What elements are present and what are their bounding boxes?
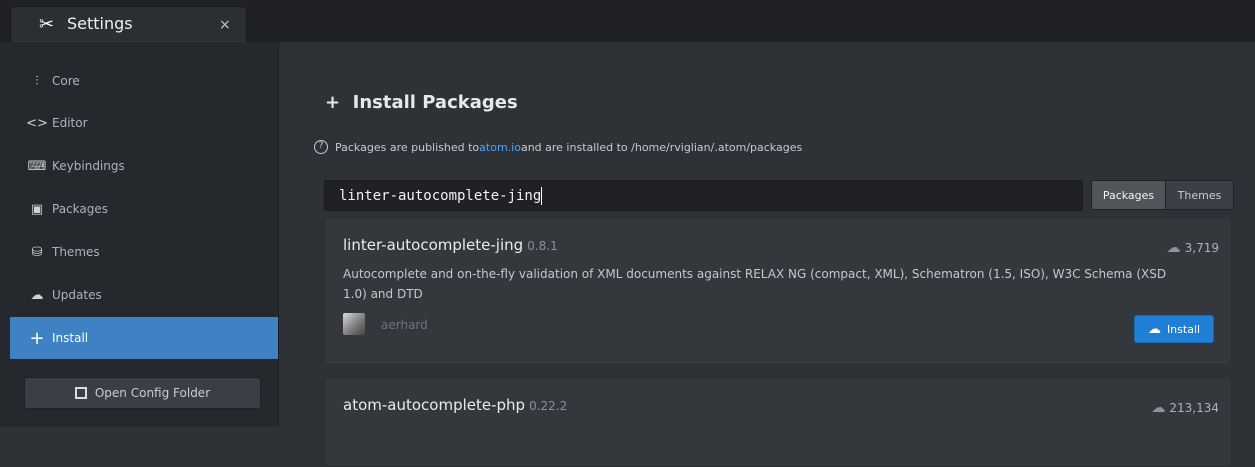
install-button[interactable]: ☁ Install [1134,315,1214,343]
download-count-value: 3,719 [1184,241,1219,255]
info-text: ? Packages are published to atom.io and … [314,140,802,154]
question-icon: ? [314,140,328,154]
text-cursor [541,187,543,205]
package-name[interactable]: atom-autocomplete-php 0.22.2 [343,396,567,414]
install-panel: + Install Packages ? Packages are publis… [280,42,1255,467]
package-version: 0.22.2 [529,399,568,413]
sidebar-item-keybindings[interactable]: ⌨ Keybindings [10,145,278,187]
sidebar-item-packages[interactable]: ▣ Packages [10,188,278,230]
page-title-text: Install Packages [352,92,518,113]
sidebar-item-label: Core [52,74,80,88]
download-count-value: 213,134 [1169,401,1219,415]
sidebar-item-core[interactable]: ⫶ Core [10,60,278,102]
atom-io-link[interactable]: atom.io [479,141,521,154]
close-icon[interactable]: × [219,17,231,33]
packages-toggle-button[interactable]: Packages [1091,180,1166,210]
sidebar-item-label: Editor [52,116,88,130]
sidebar-item-label: Updates [52,288,102,302]
config-button-label: Open Config Folder [94,386,211,400]
sliders-icon: ⫶ [35,73,39,89]
cloud-download-icon: ☁ [1166,240,1181,256]
download-count: ☁ 213,134 [1151,400,1219,416]
download-count: ☁ 3,719 [1167,240,1219,256]
cloud-download-icon: ☁ [1151,400,1166,416]
package-card[interactable]: atom-autocomplete-php 0.22.2 ☁ 213,134 [324,377,1232,467]
keyboard-icon: ⌨ [27,158,47,174]
sidebar-item-label: Install [52,331,89,345]
package-author[interactable]: aerhard [381,318,428,332]
package-description: Autocomplete and on-the-fly validation o… [343,267,1167,301]
package-title[interactable]: atom-autocomplete-php [343,396,525,414]
tools-icon: ✂ [39,14,55,35]
sidebar-item-label: Themes [52,245,100,259]
package-card[interactable]: linter-autocomplete-jing 0.8.1 ☁ 3,719 Au… [324,217,1232,365]
tab-bar: ✂ Settings × [0,0,1255,42]
settings-tab[interactable]: ✂ Settings × [10,6,247,42]
info-suffix: and are installed to /home/rviglian/.ato… [520,140,803,154]
cloud-download-icon: ☁ [30,287,44,303]
package-title[interactable]: linter-autocomplete-jing [343,236,523,254]
paintcan-icon: ⛁ [31,244,43,260]
open-config-folder-button[interactable]: Open Config Folder [24,377,261,409]
install-label: Install [1166,322,1201,336]
code-icon: <> [26,115,48,131]
sidebar-item-editor[interactable]: <> Editor [10,102,278,144]
plus-icon: + [29,327,45,349]
package-name[interactable]: linter-autocomplete-jing 0.8.1 [343,236,558,254]
plus-icon: + [325,92,353,113]
page-title: + Install Packages [325,92,518,113]
info-prefix: Packages are published to [335,140,480,154]
search-value: linter-autocomplete-jing [339,188,542,204]
package-icon: ▣ [30,201,44,217]
sidebar-item-label: Keybindings [52,159,125,173]
cloud-download-icon: ☁ [1147,321,1161,337]
avatar[interactable] [343,313,365,335]
settings-sidebar: ⫶ Core <> Editor ⌨ Keybindings ▣ Package… [0,42,279,427]
sidebar-item-install[interactable]: + Install [10,317,278,359]
sidebar-item-themes[interactable]: ⛁ Themes [10,231,278,273]
sidebar-item-label: Packages [52,202,108,216]
package-version: 0.8.1 [527,239,558,253]
themes-toggle-button[interactable]: Themes [1165,180,1234,210]
external-link-icon [74,387,87,399]
sidebar-item-updates[interactable]: ☁ Updates [10,274,278,316]
search-input[interactable]: linter-autocomplete-jing [324,180,1083,211]
tab-title: Settings [67,14,133,33]
